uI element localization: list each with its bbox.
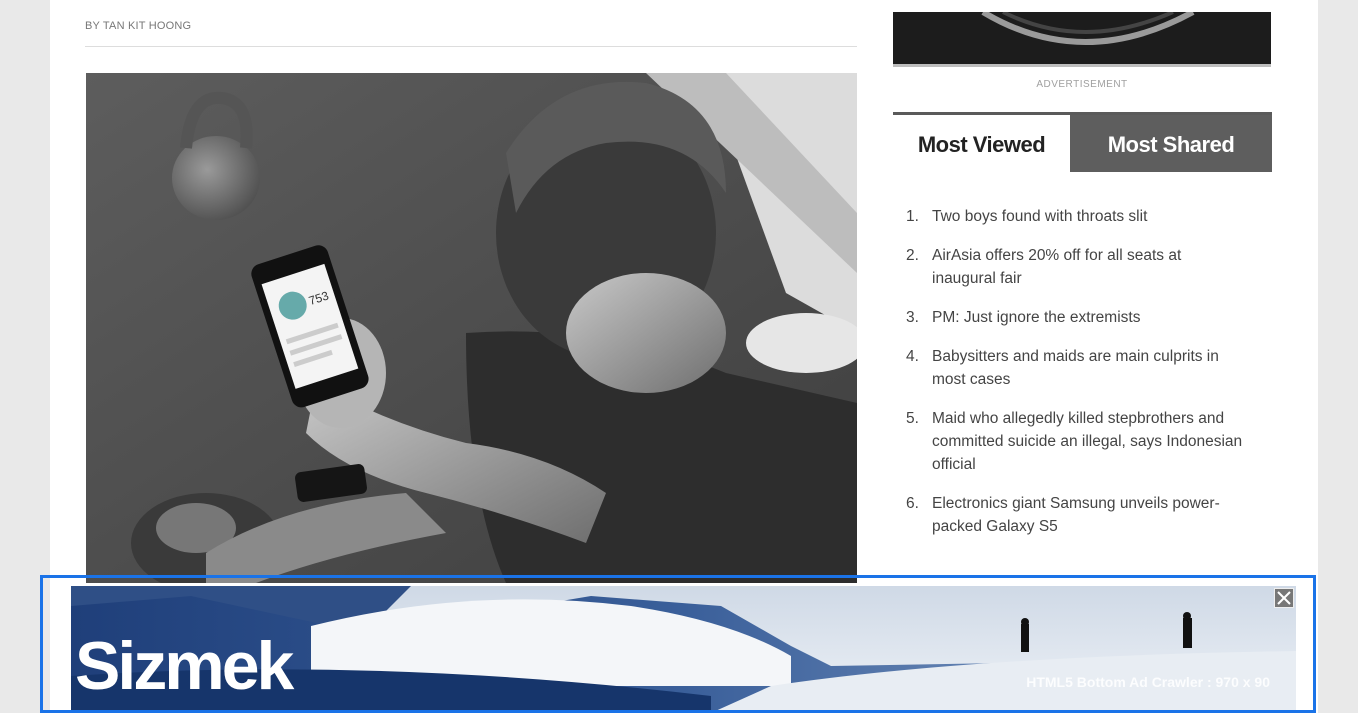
list-item-title[interactable]: Two boys found with throats slit [932,208,1147,225]
list-item[interactable]: 6. Electronics giant Samsung unveils powe… [906,492,1246,538]
sidebar-advertisement[interactable] [893,12,1271,67]
list-item[interactable]: 4. Babysitters and maids are main culprit… [906,345,1246,391]
list-item-number: 2. [906,247,919,264]
list-item-number: 3. [906,309,919,326]
list-item-title[interactable]: Maid who allegedly killed stepbrothers a… [932,410,1242,473]
popular-tabs: Most Viewed Most Shared [893,112,1272,172]
list-item[interactable]: 2. AirAsia offers 20% off for all seats a… [906,244,1246,290]
photo-image: 753 [86,73,857,583]
byline-divider [85,46,857,47]
tab-most-shared[interactable]: Most Shared [1070,115,1272,172]
list-item[interactable]: 5. Maid who allegedly killed stepbrothers… [906,407,1246,476]
list-item-number: 4. [906,348,919,365]
list-item-number: 5. [906,410,919,427]
list-item[interactable]: 1. Two boys found with throats slit [906,205,1246,228]
advertisement-label: ADVERTISEMENT [1036,79,1128,90]
list-item-number: 6. [906,495,919,512]
article-photo: 753 [86,73,857,583]
list-item-number: 1. [906,208,919,225]
list-item-title[interactable]: PM: Just ignore the extremists [932,309,1140,326]
list-item-title[interactable]: Babysitters and maids are main culprits … [932,348,1219,388]
ad-graphic [893,12,1271,67]
article-byline: BY TAN KIT HOONG [85,20,192,32]
ad-highlight-border [40,575,1316,713]
list-item[interactable]: 3. PM: Just ignore the extremists [906,306,1246,329]
list-item-title[interactable]: AirAsia offers 20% off for all seats at … [932,247,1181,287]
most-viewed-list: 1. Two boys found with throats slit 2. Air… [906,205,1246,554]
tab-most-viewed[interactable]: Most Viewed [893,115,1070,172]
list-item-title[interactable]: Electronics giant Samsung unveils power-… [932,495,1220,535]
